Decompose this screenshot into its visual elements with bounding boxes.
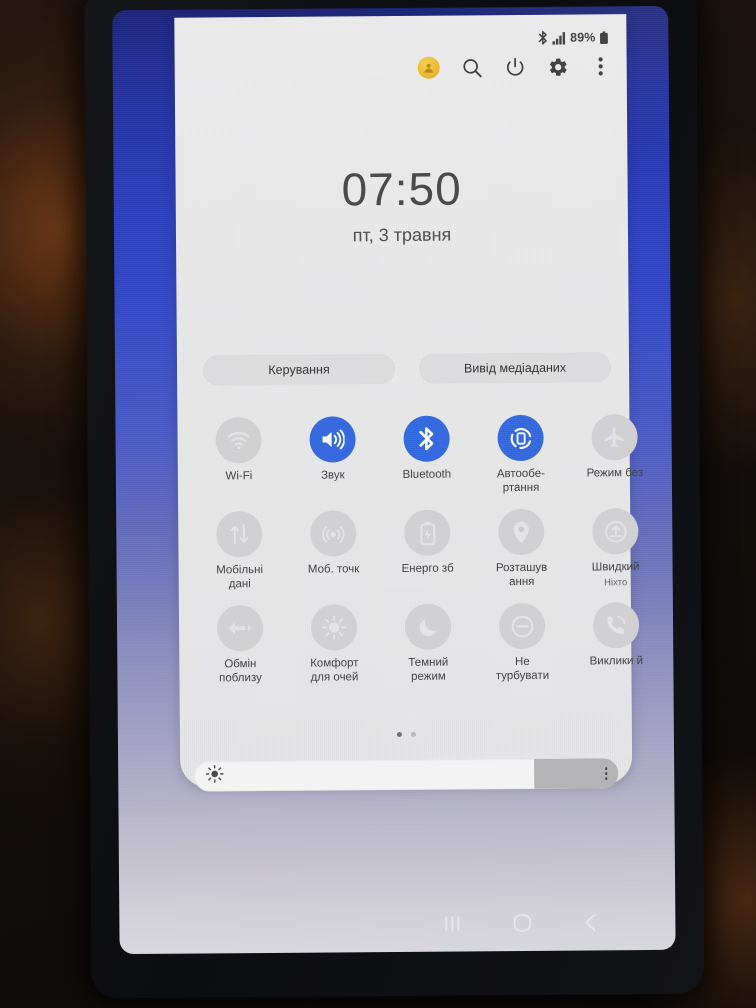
location-pin-icon bbox=[498, 508, 545, 556]
nav-recents-button[interactable] bbox=[443, 915, 461, 936]
toggle-nearby-share[interactable]: Обмін поблизу bbox=[193, 605, 288, 686]
toggle-label: Обмін поблизу bbox=[219, 658, 262, 684]
power-icon[interactable] bbox=[503, 55, 527, 79]
toggle-label: Bluetooth bbox=[402, 468, 452, 481]
auto-rotate-icon bbox=[497, 414, 544, 462]
toggle-label: Звук bbox=[321, 469, 345, 482]
nearby-share-icon bbox=[216, 605, 264, 652]
toggle-label: Темний режим bbox=[408, 656, 449, 683]
toggle-eye-comfort[interactable]: Комфорт для очей bbox=[287, 604, 382, 685]
toggle-calls-and-sms[interactable]: Виклики й bbox=[569, 602, 664, 683]
clock-time: 07:50 bbox=[341, 162, 462, 216]
avatar bbox=[417, 56, 440, 79]
toggle-wifi[interactable]: Wi-Fi bbox=[191, 417, 286, 498]
mobile-data-icon bbox=[216, 511, 263, 558]
brightness-sun-icon bbox=[205, 764, 224, 788]
power-saving-icon bbox=[404, 509, 451, 556]
more-options-icon[interactable] bbox=[589, 54, 613, 78]
search-icon[interactable] bbox=[460, 55, 484, 79]
battery-icon bbox=[599, 30, 608, 44]
bluetooth-icon bbox=[537, 31, 548, 45]
toggle-auto-rotate[interactable]: Автообе- ртання bbox=[473, 414, 568, 496]
call-sms-icon bbox=[592, 602, 640, 649]
toggle-label: Виклики й bbox=[589, 655, 644, 668]
quick-settings-panel: 89% 07:50 пт, 3 травня Керування Вивід м… bbox=[174, 14, 643, 792]
toggle-label: Мобільні дані bbox=[216, 564, 264, 590]
nav-home-button[interactable] bbox=[513, 914, 532, 937]
airplane-icon bbox=[591, 414, 638, 461]
toggle-quick-share[interactable]: Швидкий Ніхто bbox=[568, 508, 663, 589]
battery-percent-label: 89% bbox=[570, 30, 596, 45]
cellular-signal-icon bbox=[552, 31, 566, 45]
toggle-label: Комфорт для очей bbox=[310, 657, 359, 684]
nav-back-button[interactable] bbox=[583, 913, 597, 936]
device-control-button[interactable]: Керування bbox=[202, 353, 396, 386]
page-indicator bbox=[180, 730, 632, 739]
toggle-power-saving[interactable]: Енерго зб bbox=[380, 509, 475, 590]
toggle-location[interactable]: Розташув ання bbox=[474, 508, 569, 590]
toggle-label: Режим без bbox=[586, 467, 644, 480]
toggle-sound[interactable]: Звук bbox=[285, 416, 380, 497]
page-dot-1[interactable] bbox=[396, 731, 402, 737]
hotspot-icon bbox=[310, 510, 357, 557]
quick-panel-header-icons bbox=[417, 54, 613, 80]
user-avatar[interactable] bbox=[417, 56, 441, 80]
toggle-label: Wi-Fi bbox=[225, 470, 253, 483]
moon-icon bbox=[404, 603, 452, 650]
clock-date: пт, 3 травня bbox=[352, 224, 452, 246]
toggle-label: Не турбувати bbox=[495, 655, 550, 682]
navigation-bar bbox=[119, 913, 675, 940]
gear-icon[interactable] bbox=[546, 55, 570, 79]
quick-toggle-grid: Wi-Fi Звук Bluetooth Автообе- ртання Реж… bbox=[191, 414, 663, 686]
clock-block[interactable]: 07:50 пт, 3 травня bbox=[175, 162, 628, 248]
toggle-bluetooth[interactable]: Bluetooth bbox=[379, 415, 474, 496]
toggle-dark-mode[interactable]: Темний режим bbox=[381, 603, 476, 684]
toggle-label: Моб. точк bbox=[307, 563, 360, 576]
wifi-icon bbox=[215, 417, 262, 464]
toggle-airplane-mode[interactable]: Режим без bbox=[567, 414, 662, 495]
tablet-screen: 89% 07:50 пт, 3 травня Керування Вивід м… bbox=[112, 5, 676, 955]
quick-action-pills: Керування Вивід медіаданих bbox=[202, 352, 612, 386]
toggle-label: Автообе- ртання bbox=[496, 467, 545, 494]
toggle-mobile-hotspot[interactable]: Моб. точк bbox=[286, 510, 381, 591]
page-dot-2[interactable] bbox=[410, 731, 416, 737]
toggle-do-not-disturb[interactable]: Не турбувати bbox=[475, 602, 570, 684]
toggle-label: Швидкий bbox=[591, 561, 640, 574]
do-not-disturb-icon bbox=[498, 602, 546, 650]
toggle-label: Енерго зб bbox=[401, 562, 454, 575]
toggle-label: Розташув ання bbox=[495, 561, 548, 588]
toggle-sublabel: Ніхто bbox=[604, 576, 628, 588]
status-bar: 89% bbox=[537, 30, 608, 45]
toggle-mobile-data[interactable]: Мобільні дані bbox=[192, 511, 287, 592]
volume-icon bbox=[309, 416, 356, 463]
brightness-options-icon[interactable] bbox=[604, 767, 608, 780]
brightness-slider[interactable] bbox=[194, 758, 619, 792]
bluetooth-icon bbox=[403, 415, 450, 462]
eye-comfort-icon bbox=[310, 604, 358, 651]
quick-share-icon bbox=[592, 508, 639, 555]
media-output-button[interactable]: Вивід медіаданих bbox=[418, 352, 612, 384]
tablet-device: 89% 07:50 пт, 3 травня Керування Вивід м… bbox=[84, 0, 704, 999]
